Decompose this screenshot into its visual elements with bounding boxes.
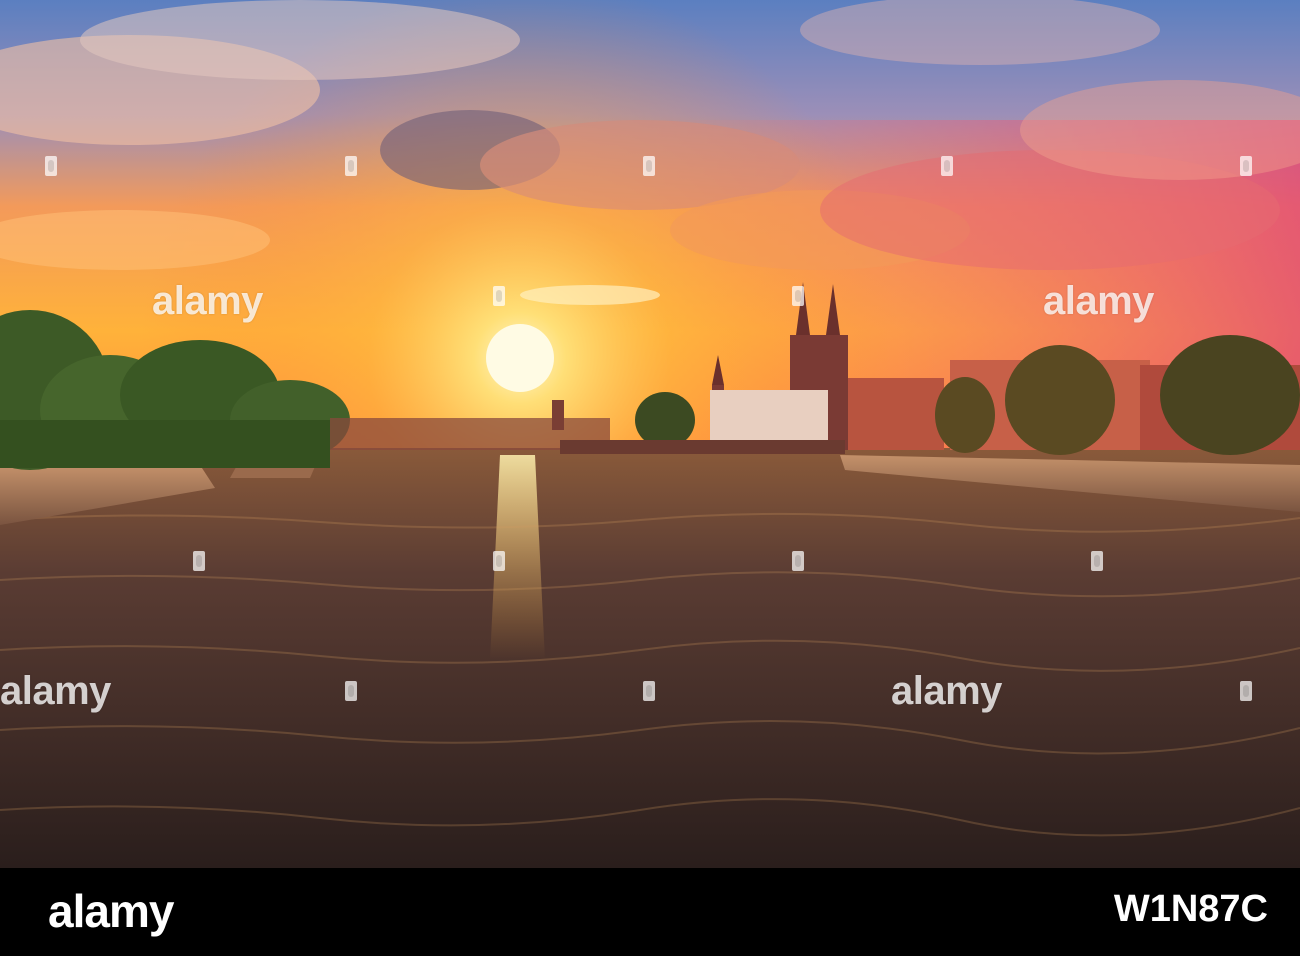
- watermark-mark: [193, 551, 205, 571]
- watermark-mark: [792, 551, 804, 571]
- right-quay: [560, 440, 845, 454]
- watermark-mark: [643, 681, 655, 701]
- watermark-mark: [941, 156, 953, 176]
- ornate-building: [848, 378, 944, 450]
- watermark-mark: [345, 681, 357, 701]
- footer-bar: alamy W1N87C: [0, 868, 1300, 956]
- watermark-mark: [493, 286, 505, 306]
- watermark-mark: [345, 156, 357, 176]
- watermark-text: alamy: [0, 669, 111, 713]
- watermark-text: alamy: [152, 279, 263, 323]
- white-building: [710, 390, 828, 448]
- river: [0, 448, 1300, 868]
- image-frame: alamy alamy alamy alamy alamy W1N87C: [0, 0, 1300, 956]
- distant-tower: [552, 400, 564, 430]
- watermark-mark: [1240, 681, 1252, 701]
- watermark-mark: [493, 551, 505, 571]
- watermark-text: alamy: [891, 669, 1002, 713]
- watermark-mark: [45, 156, 57, 176]
- watermark-mark: [643, 156, 655, 176]
- watermark-text: alamy: [1043, 279, 1154, 323]
- photo-wroclaw-sunset: alamy alamy alamy alamy: [0, 0, 1300, 868]
- photo-scene: [0, 0, 1300, 868]
- watermark-mark: [1091, 551, 1103, 571]
- watermark-mark: [1240, 156, 1252, 176]
- image-id: W1N87C: [1113, 888, 1268, 930]
- alamy-logo: alamy: [48, 885, 174, 937]
- sun: [486, 324, 554, 392]
- watermark-mark: [792, 286, 804, 306]
